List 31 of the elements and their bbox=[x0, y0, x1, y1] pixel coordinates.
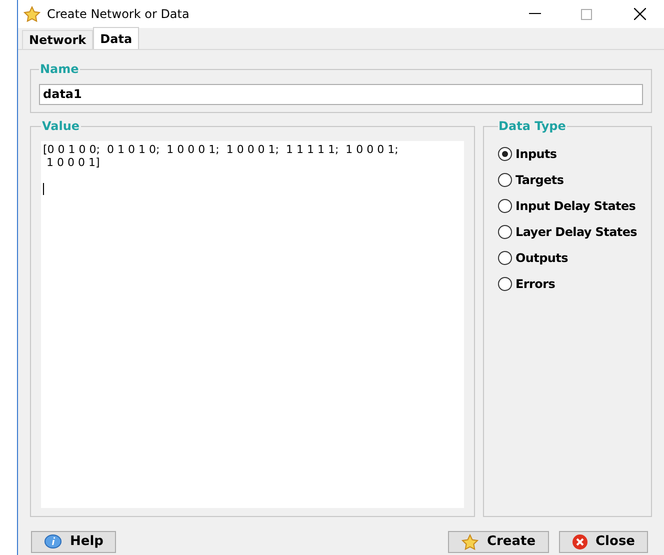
tab[interactable]: Data bbox=[93, 27, 140, 49]
value-legend: Value bbox=[41, 117, 81, 135]
info-icon bbox=[44, 534, 62, 550]
help-button[interactable]: Help bbox=[31, 531, 116, 553]
name-legend: Name bbox=[39, 60, 80, 78]
name-field[interactable]: data1 bbox=[39, 84, 643, 104]
text-cursor bbox=[43, 183, 44, 195]
radio-button[interactable] bbox=[498, 147, 512, 161]
radio-label: Layer Delay States bbox=[516, 224, 637, 241]
close-button[interactable]: Close bbox=[558, 531, 648, 553]
radio-label: Inputs bbox=[516, 146, 557, 163]
radio-button[interactable] bbox=[498, 225, 512, 239]
radio-button[interactable] bbox=[498, 173, 512, 187]
value-text-area[interactable]: [0 0 1 0 0; 0 1 0 1 0; 1 0 0 0 1; 1 0 0 0 1; 1 1 1 1 1; 1 0 0 0 1; 1 0 0 0 1] bbox=[41, 141, 464, 508]
minimize-icon[interactable] bbox=[529, 13, 541, 15]
star-icon bbox=[23, 6, 41, 22]
radio-label: Errors bbox=[516, 276, 556, 293]
tab[interactable]: Network bbox=[22, 30, 94, 49]
close-icon[interactable] bbox=[634, 8, 646, 20]
radio-label: Targets bbox=[516, 172, 564, 189]
radio-label: Input Delay States bbox=[516, 198, 636, 215]
radio-label: Outputs bbox=[516, 250, 568, 267]
window-title: Create Network or Data bbox=[47, 6, 190, 23]
data-type-legend: Data Type bbox=[498, 117, 567, 135]
create-button[interactable]: Create bbox=[448, 531, 549, 553]
value-text: [0 0 1 0 0; 0 1 0 1 0; 1 0 0 0 1; 1 0 0 0 1; 1 1 1 1 1; 1 0 0 0 1; 1 0 0 0 1] bbox=[43, 143, 400, 169]
radio-button[interactable] bbox=[498, 251, 512, 265]
radio-button[interactable] bbox=[498, 199, 512, 213]
close-icon bbox=[572, 534, 588, 550]
star-icon bbox=[460, 534, 479, 550]
radio-button[interactable] bbox=[498, 277, 512, 291]
